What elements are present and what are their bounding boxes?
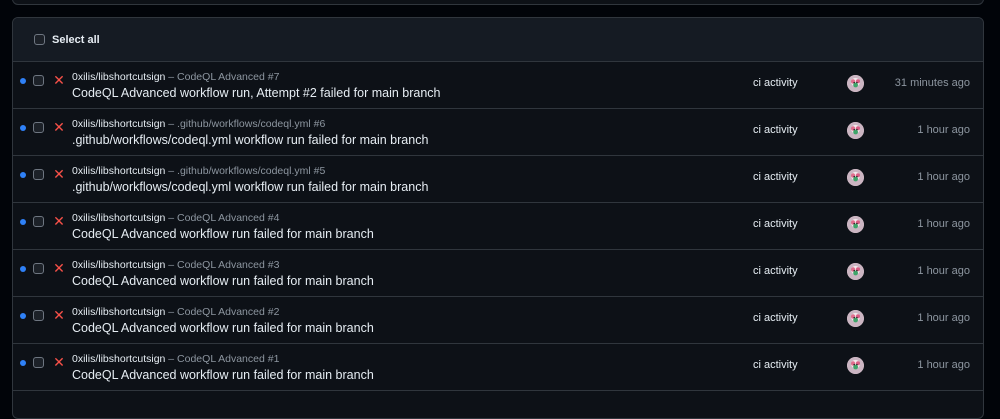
repo-link[interactable]: 0xilis/libshortcutsign bbox=[72, 118, 165, 130]
notification-title[interactable]: CodeQL Advanced workflow run failed for … bbox=[72, 226, 712, 243]
notification-meta: 0xilis/libshortcutsign – CodeQL Advanced… bbox=[72, 352, 712, 366]
notification-text: 0xilis/libshortcutsign – CodeQL Advanced… bbox=[72, 305, 712, 337]
repo-link[interactable]: 0xilis/libshortcutsign bbox=[72, 306, 165, 318]
unread-dot-icon bbox=[20, 266, 26, 272]
notification-meta: 0xilis/libshortcutsign – CodeQL Advanced… bbox=[72, 70, 712, 84]
notification-meta: 0xilis/libshortcutsign – .github/workflo… bbox=[72, 164, 712, 178]
notification-row[interactable]: ✕ 0xilis/libshortcutsign – CodeQL Advanc… bbox=[13, 62, 983, 109]
notification-list: ✕ 0xilis/libshortcutsign – CodeQL Advanc… bbox=[13, 62, 983, 391]
x-icon: ✕ bbox=[53, 72, 65, 88]
notification-row[interactable]: ✕ 0xilis/libshortcutsign – CodeQL Advanc… bbox=[13, 297, 983, 344]
notification-text: 0xilis/libshortcutsign – .github/workflo… bbox=[72, 117, 712, 149]
avatar[interactable] bbox=[847, 357, 864, 374]
notification-context: – CodeQL Advanced #3 bbox=[165, 259, 280, 271]
unread-dot-icon bbox=[20, 125, 26, 131]
notification-checkbox[interactable] bbox=[33, 122, 44, 133]
notification-checkbox[interactable] bbox=[33, 263, 44, 274]
notification-time: 1 hour ago bbox=[917, 124, 970, 136]
notification-reason: ci activity bbox=[753, 265, 798, 277]
notification-row[interactable]: ✕ 0xilis/libshortcutsign – CodeQL Advanc… bbox=[13, 250, 983, 297]
repo-link[interactable]: 0xilis/libshortcutsign bbox=[72, 353, 165, 365]
unread-dot-icon bbox=[20, 172, 26, 178]
notification-context: – .github/workflows/codeql.yml #5 bbox=[165, 165, 326, 177]
notification-checkbox[interactable] bbox=[33, 216, 44, 227]
avatar[interactable] bbox=[847, 169, 864, 186]
unread-dot-icon bbox=[20, 313, 26, 319]
repo-link[interactable]: 0xilis/libshortcutsign bbox=[72, 259, 165, 271]
repo-link[interactable]: 0xilis/libshortcutsign bbox=[72, 212, 165, 224]
unread-dot-icon bbox=[20, 219, 26, 225]
x-icon: ✕ bbox=[53, 354, 65, 370]
notification-reason: ci activity bbox=[753, 124, 798, 136]
notification-context: – CodeQL Advanced #2 bbox=[165, 306, 280, 318]
notification-meta: 0xilis/libshortcutsign – CodeQL Advanced… bbox=[72, 258, 712, 272]
avatar[interactable] bbox=[847, 216, 864, 233]
notification-context: – .github/workflows/codeql.yml #6 bbox=[165, 118, 326, 130]
avatar[interactable] bbox=[847, 75, 864, 92]
notification-row[interactable]: ✕ 0xilis/libshortcutsign – CodeQL Advanc… bbox=[13, 203, 983, 250]
notification-title[interactable]: CodeQL Advanced workflow run, Attempt #2… bbox=[72, 85, 712, 102]
top-panel-edge bbox=[12, 0, 984, 5]
notification-title[interactable]: CodeQL Advanced workflow run failed for … bbox=[72, 273, 712, 290]
notification-checkbox[interactable] bbox=[33, 357, 44, 368]
notification-reason: ci activity bbox=[753, 171, 798, 183]
notification-meta: 0xilis/libshortcutsign – .github/workflo… bbox=[72, 117, 712, 131]
notification-checkbox[interactable] bbox=[33, 75, 44, 86]
notification-context: – CodeQL Advanced #7 bbox=[165, 71, 280, 83]
notifications-header: Select all bbox=[13, 18, 983, 62]
notification-text: 0xilis/libshortcutsign – CodeQL Advanced… bbox=[72, 258, 712, 290]
notification-time: 1 hour ago bbox=[917, 359, 970, 371]
notification-reason: ci activity bbox=[753, 77, 798, 89]
select-all-label[interactable]: Select all bbox=[52, 34, 100, 46]
notification-row[interactable]: ✕ 0xilis/libshortcutsign – .github/workf… bbox=[13, 156, 983, 203]
notification-text: 0xilis/libshortcutsign – CodeQL Advanced… bbox=[72, 352, 712, 384]
notification-reason: ci activity bbox=[753, 218, 798, 230]
select-all-checkbox[interactable] bbox=[34, 34, 45, 45]
notification-time: 1 hour ago bbox=[917, 265, 970, 277]
notification-time: 1 hour ago bbox=[917, 312, 970, 324]
x-icon: ✕ bbox=[53, 307, 65, 323]
notification-context: – CodeQL Advanced #4 bbox=[165, 212, 280, 224]
avatar[interactable] bbox=[847, 122, 864, 139]
notification-row[interactable]: ✕ 0xilis/libshortcutsign – .github/workf… bbox=[13, 109, 983, 156]
notification-meta: 0xilis/libshortcutsign – CodeQL Advanced… bbox=[72, 211, 712, 225]
x-icon: ✕ bbox=[53, 119, 65, 135]
notification-checkbox[interactable] bbox=[33, 169, 44, 180]
notification-text: 0xilis/libshortcutsign – CodeQL Advanced… bbox=[72, 211, 712, 243]
x-icon: ✕ bbox=[53, 260, 65, 276]
notification-checkbox[interactable] bbox=[33, 310, 44, 321]
repo-link[interactable]: 0xilis/libshortcutsign bbox=[72, 165, 165, 177]
unread-dot-icon bbox=[20, 78, 26, 84]
notifications-panel: Select all ✕ 0xilis/libshortcutsign – Co… bbox=[12, 17, 984, 419]
avatar[interactable] bbox=[847, 263, 864, 280]
notification-title[interactable]: CodeQL Advanced workflow run failed for … bbox=[72, 367, 712, 384]
unread-dot-icon bbox=[20, 360, 26, 366]
notification-time: 31 minutes ago bbox=[894, 77, 970, 89]
notification-meta: 0xilis/libshortcutsign – CodeQL Advanced… bbox=[72, 305, 712, 319]
notification-reason: ci activity bbox=[753, 312, 798, 324]
x-icon: ✕ bbox=[53, 166, 65, 182]
notification-row[interactable]: ✕ 0xilis/libshortcutsign – CodeQL Advanc… bbox=[13, 344, 983, 391]
notification-title[interactable]: CodeQL Advanced workflow run failed for … bbox=[72, 320, 712, 337]
avatar[interactable] bbox=[847, 310, 864, 327]
repo-link[interactable]: 0xilis/libshortcutsign bbox=[72, 71, 165, 83]
notification-text: 0xilis/libshortcutsign – .github/workflo… bbox=[72, 164, 712, 196]
notification-text: 0xilis/libshortcutsign – CodeQL Advanced… bbox=[72, 70, 712, 102]
notification-reason: ci activity bbox=[753, 359, 798, 371]
notification-time: 1 hour ago bbox=[917, 171, 970, 183]
notification-title[interactable]: .github/workflows/codeql.yml workflow ru… bbox=[72, 132, 712, 149]
notification-time: 1 hour ago bbox=[917, 218, 970, 230]
notification-title[interactable]: .github/workflows/codeql.yml workflow ru… bbox=[72, 179, 712, 196]
x-icon: ✕ bbox=[53, 213, 65, 229]
notification-context: – CodeQL Advanced #1 bbox=[165, 353, 280, 365]
